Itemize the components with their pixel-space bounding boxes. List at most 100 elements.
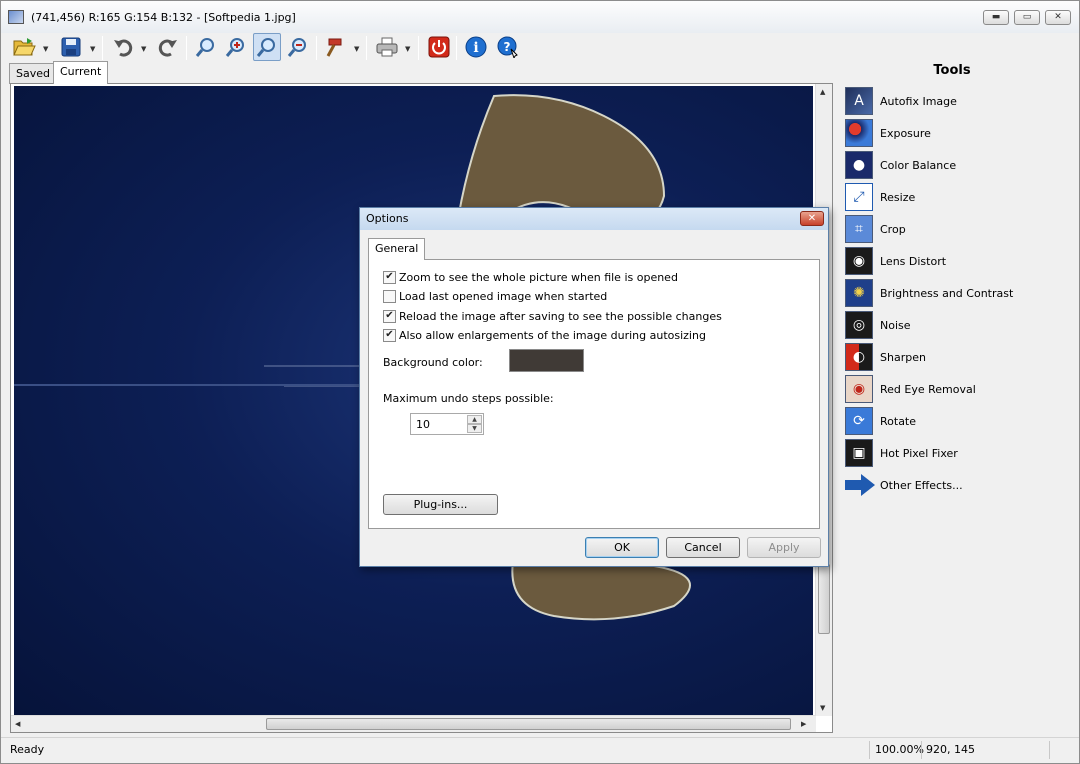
tool-crop[interactable]: ⌗ Crop (845, 214, 1065, 244)
tool-label: Rotate (880, 414, 917, 428)
open-icon[interactable] (10, 33, 38, 61)
undo-icon[interactable] (109, 33, 137, 61)
save-dropdown-icon[interactable]: ▼ (90, 45, 95, 53)
checkbox[interactable]: ✔ (383, 328, 396, 342)
tool-label: Autofix Image (880, 94, 957, 108)
undo-steps-value[interactable]: 10 (416, 418, 430, 431)
hot-pixel-icon: ▣ (845, 439, 873, 467)
scroll-left-icon[interactable]: ◀ (15, 720, 20, 728)
tool-resize[interactable]: ⤢ Resize (845, 182, 1065, 212)
arrow-right-icon (845, 473, 875, 497)
cancel-button[interactable]: Cancel (666, 537, 740, 558)
info-icon[interactable]: i (462, 33, 490, 61)
color-balance-icon: ● (845, 151, 873, 179)
minimize-button[interactable]: ▬ (983, 10, 1009, 25)
zoom-in-icon[interactable] (222, 33, 250, 61)
print-dropdown-icon[interactable]: ▼ (405, 45, 410, 53)
tool-sharpen[interactable]: ◐ Sharpen (845, 342, 1065, 372)
tab-saved[interactable]: Saved (9, 63, 57, 84)
plugins-button[interactable]: Plug-ins... (383, 494, 498, 515)
close-button[interactable]: ✕ (1045, 10, 1071, 25)
redo-icon[interactable] (154, 33, 182, 61)
help-icon[interactable]: ? (494, 33, 522, 61)
vertical-scroll-thumb[interactable] (818, 564, 830, 634)
tool-other-effects[interactable]: Other Effects... (845, 470, 1065, 500)
spin-down-icon[interactable]: ▼ (467, 424, 482, 433)
checkbox-load-last[interactable]: Load last opened image when started (383, 288, 607, 304)
exposure-icon (845, 119, 873, 147)
tool-label: Noise (880, 318, 911, 332)
zoom-fit-icon[interactable] (192, 33, 220, 61)
title-bar[interactable]: (741,456) R:165 G:154 B:132 - [Softpedia… (1, 1, 1079, 33)
checkbox-zoom-whole[interactable]: ✔ Zoom to see the whole picture when fil… (383, 269, 678, 285)
maximize-button[interactable]: ▭ (1014, 10, 1040, 25)
tab-current[interactable]: Current (53, 61, 109, 84)
zoom-out-icon[interactable] (284, 33, 312, 61)
resize-icon: ⤢ (845, 183, 873, 211)
tool-brightness-contrast[interactable]: ✺ Brightness and Contrast (845, 278, 1065, 308)
options-dialog: Options ✕ General ✔ Zoom to see the whol… (359, 207, 829, 567)
checkbox-allow-enlargements[interactable]: ✔ Also allow enlargements of the image d… (383, 327, 706, 343)
undo-steps-label: Maximum undo steps possible: (383, 392, 554, 405)
tool-hot-pixel-fixer[interactable]: ▣ Hot Pixel Fixer (845, 438, 1065, 468)
checkbox[interactable] (383, 289, 396, 303)
tool-noise[interactable]: ◎ Noise (845, 310, 1065, 340)
toolbar: ▼ ▼ ▼ ▼ ▼ i ? (1, 33, 1079, 63)
rotate-icon: ⟳ (845, 407, 873, 435)
tool-color-balance[interactable]: ● Color Balance (845, 150, 1065, 180)
ok-button[interactable]: OK (585, 537, 659, 558)
general-panel: ✔ Zoom to see the whole picture when fil… (368, 259, 820, 529)
status-bar: Ready 100.00% 920, 145 (1, 737, 1079, 763)
hammer-dropdown-icon[interactable]: ▼ (354, 45, 359, 53)
status-text: Ready (10, 743, 45, 756)
tab-general[interactable]: General (368, 238, 426, 260)
brightness-icon: ✺ (845, 279, 873, 307)
tool-rotate[interactable]: ⟳ Rotate (845, 406, 1065, 436)
svg-text:?: ? (504, 40, 511, 54)
scroll-down-icon[interactable]: ▼ (820, 704, 825, 712)
power-icon[interactable] (425, 33, 453, 61)
spin-up-icon[interactable]: ▲ (467, 415, 482, 424)
dialog-title-bar[interactable]: Options ✕ (360, 208, 828, 230)
tool-lens-distort[interactable]: ◉ Lens Distort (845, 246, 1065, 276)
checkbox[interactable]: ✔ (383, 270, 396, 284)
tool-label: Color Balance (880, 158, 957, 172)
horizontal-scroll-thumb[interactable] (266, 718, 791, 730)
main-window: (741,456) R:165 G:154 B:132 - [Softpedia… (0, 0, 1080, 764)
tool-label: Other Effects... (880, 478, 963, 492)
save-icon[interactable] (57, 33, 85, 61)
background-color-swatch[interactable] (509, 349, 584, 372)
sharpen-icon: ◐ (845, 343, 873, 371)
hammer-icon[interactable] (322, 33, 350, 61)
scroll-up-icon[interactable]: ▲ (820, 88, 825, 96)
print-icon[interactable] (373, 33, 401, 61)
undo-steps-spinner[interactable]: 10 ▲ ▼ (410, 413, 484, 435)
window-title: (741,456) R:165 G:154 B:132 - [Softpedia… (31, 11, 296, 24)
zoom-actual-icon[interactable] (253, 33, 281, 61)
apply-button[interactable]: Apply (747, 537, 821, 558)
undo-dropdown-icon[interactable]: ▼ (141, 45, 146, 53)
tools-title: Tools (933, 63, 971, 78)
red-eye-icon: ◉ (845, 375, 873, 403)
tool-label: Red Eye Removal (880, 382, 976, 396)
checkbox-reload-after-save[interactable]: ✔ Reload the image after saving to see t… (383, 308, 722, 324)
app-icon (8, 10, 24, 24)
checkbox[interactable]: ✔ (383, 309, 396, 323)
checkbox-label: Reload the image after saving to see the… (399, 309, 722, 323)
tool-label: Brightness and Contrast (880, 286, 1014, 300)
tool-exposure[interactable]: Exposure (845, 118, 1065, 148)
dialog-title: Options (366, 212, 409, 225)
open-dropdown-icon[interactable]: ▼ (43, 45, 48, 53)
dialog-close-button[interactable]: ✕ (800, 211, 824, 226)
crop-icon: ⌗ (845, 215, 873, 243)
horizontal-scrollbar[interactable]: ◀ ▶ (11, 715, 816, 732)
lens-distort-icon: ◉ (845, 247, 873, 275)
tool-autofix-image[interactable]: A Autofix Image (845, 86, 1065, 116)
tool-label: Resize (880, 190, 916, 204)
checkbox-label: Zoom to see the whole picture when file … (399, 270, 678, 284)
noise-icon: ◎ (845, 311, 873, 339)
tool-label: Exposure (880, 126, 931, 140)
background-color-label: Background color: (383, 356, 483, 369)
tool-red-eye-removal[interactable]: ◉ Red Eye Removal (845, 374, 1065, 404)
scroll-right-icon[interactable]: ▶ (801, 720, 806, 728)
